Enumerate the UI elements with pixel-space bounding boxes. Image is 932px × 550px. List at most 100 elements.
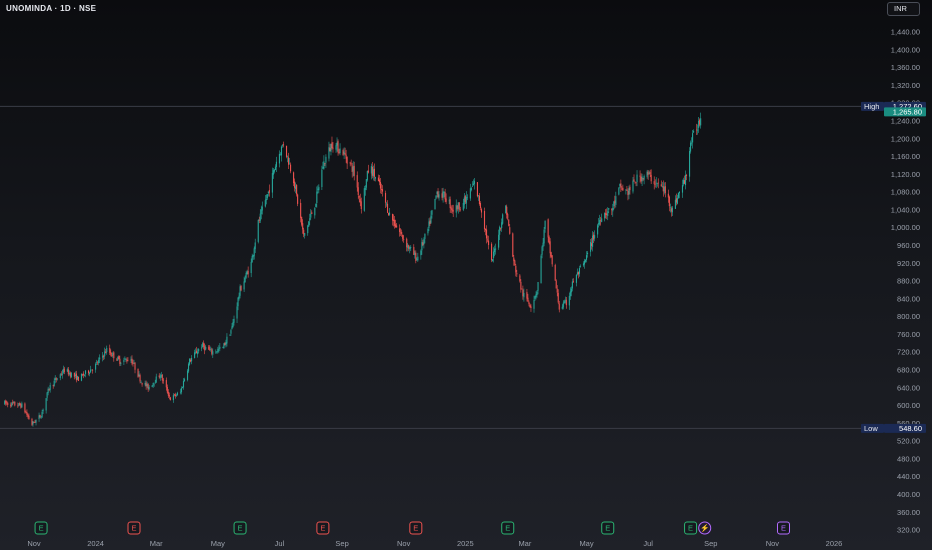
candle-body	[304, 233, 306, 236]
candle-body	[321, 169, 323, 187]
time-tick-label: 2026	[826, 539, 843, 548]
time-tick-label: Nov	[27, 539, 41, 548]
candle-body	[268, 190, 270, 193]
candle-body	[487, 240, 490, 245]
candle-body	[133, 363, 135, 364]
price-tick-label: 720.00	[897, 348, 920, 357]
candle-body	[472, 183, 474, 186]
candle-body	[124, 358, 126, 360]
candle-body	[416, 259, 418, 260]
candle-body	[226, 336, 228, 344]
price-tick-label: 1,080.00	[891, 188, 920, 197]
candle-body	[99, 357, 101, 360]
candle-body	[208, 346, 210, 350]
candle-body	[606, 213, 608, 216]
candle-body	[381, 189, 384, 192]
price-tick-label: 1,320.00	[891, 81, 920, 90]
candle-body	[374, 177, 376, 179]
candle-body	[697, 129, 699, 131]
candle-body	[522, 289, 524, 297]
candle-body	[278, 153, 281, 164]
candle-body	[243, 281, 245, 290]
candle-body	[315, 203, 317, 207]
candle-body	[664, 186, 666, 194]
candle-body	[70, 373, 72, 378]
candle-body	[463, 197, 465, 205]
candle-body	[575, 274, 577, 283]
candle-body	[289, 163, 291, 165]
candle-body	[534, 296, 536, 299]
candle-body	[174, 394, 176, 397]
time-tick-label: Jul	[643, 539, 653, 548]
candle-body	[190, 359, 192, 362]
candle-body	[384, 192, 387, 203]
candle-body	[615, 196, 617, 205]
candle-body	[49, 385, 51, 391]
candle-body	[563, 301, 565, 303]
candle-body	[565, 299, 567, 306]
candle-body	[550, 252, 552, 257]
candle-body	[330, 143, 332, 152]
candle-body	[42, 409, 44, 412]
candle-body	[38, 415, 40, 420]
candle-body	[626, 190, 628, 191]
price-tick-label: 1,160.00	[891, 152, 920, 161]
candle-body	[493, 251, 495, 258]
candle-body	[462, 202, 464, 210]
candle-body	[540, 255, 542, 284]
candle-body	[494, 248, 496, 253]
candle-body	[564, 300, 566, 302]
price-tick-label: 1,040.00	[891, 205, 920, 214]
candle-body	[84, 370, 87, 374]
candle-body	[230, 330, 232, 334]
candle-body	[175, 395, 177, 397]
candle-body	[399, 228, 401, 233]
candle-body	[252, 255, 254, 258]
candle-body	[445, 198, 447, 202]
price-tick-label: 360.00	[897, 508, 920, 517]
time-tick-label: Jul	[275, 539, 285, 548]
candle-body	[273, 169, 275, 172]
candle-body	[117, 356, 119, 361]
candle-body	[314, 207, 316, 216]
candle-body	[120, 363, 122, 364]
candle-body	[180, 388, 183, 393]
candle-body	[582, 263, 585, 266]
candle-body	[272, 170, 274, 175]
candle-body	[601, 218, 603, 223]
candle-body	[613, 201, 615, 207]
candle-body	[191, 357, 193, 362]
candle-body	[154, 382, 156, 384]
candle-body	[372, 169, 374, 177]
price-chart[interactable]: 320.00360.00400.00440.00480.00520.00560.…	[0, 0, 932, 550]
candle-body	[21, 403, 23, 408]
candle-body	[516, 273, 518, 275]
candle-body	[167, 391, 169, 396]
chart-stage[interactable]: UNOMINDA · 1D · NSE INR 320.00 360.00 400.…	[0, 0, 932, 550]
candle-body	[274, 166, 276, 171]
candle-body	[669, 207, 671, 208]
candle-body	[41, 411, 43, 418]
price-tick-label: 1,440.00	[891, 28, 920, 37]
candle-body	[110, 351, 112, 355]
candle-body	[236, 306, 238, 319]
candle-body	[145, 382, 147, 387]
candle-body	[159, 376, 161, 379]
candle-body	[699, 119, 701, 125]
candle-body	[466, 197, 468, 199]
candle-body	[379, 181, 382, 189]
candle-body	[387, 212, 390, 216]
candle-body	[161, 374, 163, 381]
candle-body	[141, 382, 143, 385]
candle-body	[155, 376, 157, 383]
candle-body	[40, 417, 42, 419]
candle-body	[502, 214, 504, 224]
candle-body	[296, 184, 298, 195]
candle-body	[246, 271, 248, 275]
candle-body	[478, 195, 481, 205]
candle-body	[480, 209, 483, 213]
last-price-tag-value: 1,265.80	[893, 108, 922, 117]
candle-body	[237, 297, 239, 307]
candle-body	[92, 369, 94, 371]
candle-body	[358, 196, 360, 198]
